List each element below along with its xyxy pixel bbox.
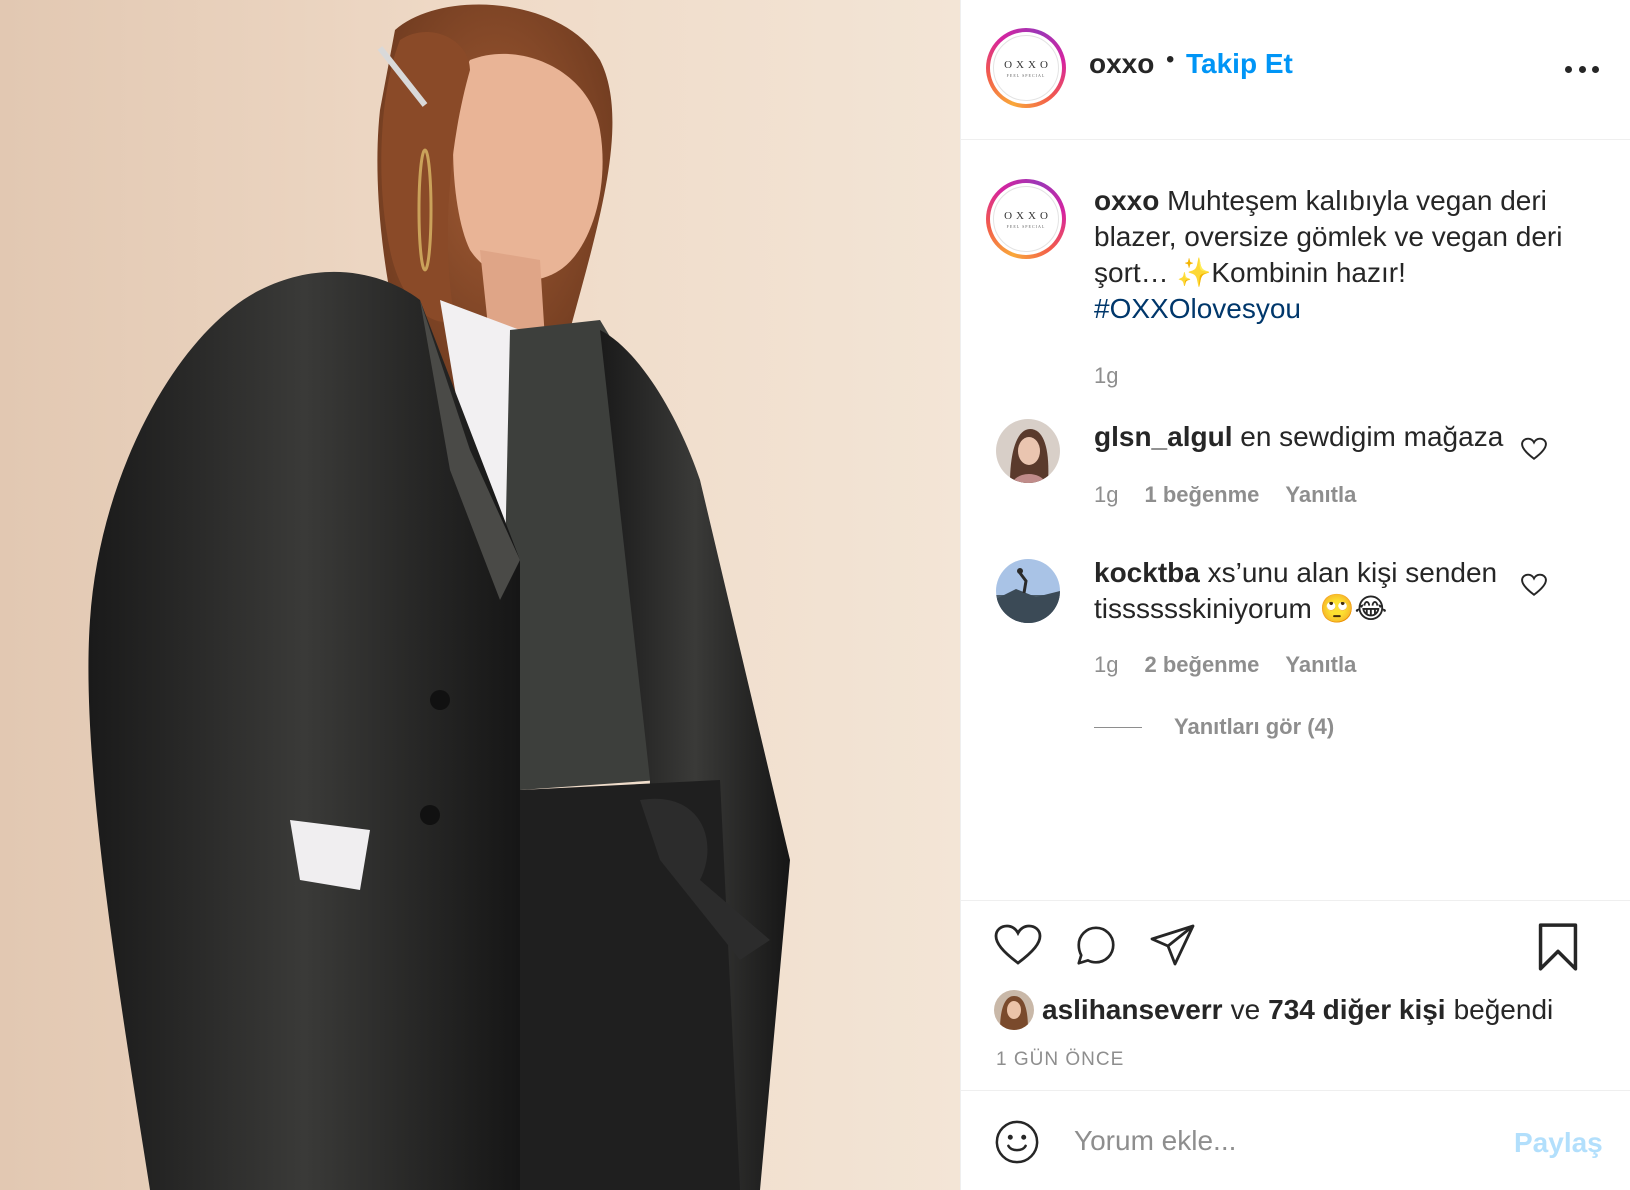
comment-body: kocktba xs’unu alan kişi senden tissssss… [1094, 555, 1544, 627]
comment-username[interactable]: glsn_algul [1094, 421, 1232, 452]
comment-likes-count[interactable]: 1 beğenme [1144, 482, 1259, 508]
post-actions: aslihanseverr ve 734 diğer kişi beğendi … [961, 900, 1630, 1090]
post-header: OXXO FEEL SPECIAL oxxo • Takip Et [961, 0, 1630, 140]
liked-by-suffix: beğendi [1453, 994, 1554, 1025]
caption-hashtag[interactable]: #OXXOlovesyou [1094, 293, 1301, 324]
follow-button[interactable]: Takip Et [1186, 48, 1293, 80]
post-comment-button[interactable]: Paylaş [1514, 1127, 1603, 1159]
header-username[interactable]: oxxo [1089, 48, 1154, 80]
caption-timestamp[interactable]: 1g [1094, 363, 1118, 389]
user-photo-woman [996, 419, 1060, 483]
likes-others-count[interactable]: 734 diğer kişi [1268, 994, 1445, 1026]
comment-like-heart-icon[interactable] [1521, 573, 1547, 597]
liker-avatar[interactable] [994, 990, 1034, 1030]
comment-timestamp[interactable]: 1g [1094, 652, 1118, 678]
post-caption: oxxo Muhteşem kalıbıyla vegan deri blaze… [1094, 183, 1564, 327]
comment-body: glsn_algul en sewdigim mağaza [1094, 419, 1544, 455]
comment-meta: 1g 2 beğenme Yanıtla [1094, 652, 1356, 678]
comment-reply-button[interactable]: Yanıtla [1285, 652, 1356, 678]
post-photo[interactable] [0, 0, 960, 1190]
user-photo-liker [994, 990, 1034, 1030]
user-photo-landscape [996, 559, 1060, 623]
comment-username[interactable]: kocktba [1094, 557, 1200, 588]
view-replies-label: Yanıtları gör (4) [1174, 714, 1335, 739]
brand-logo: OXXO FEEL SPECIAL [993, 35, 1059, 101]
comment-text: en sewdigim mağaza [1240, 421, 1504, 452]
comment-likes-count[interactable]: 2 beğenme [1144, 652, 1259, 678]
view-replies-button[interactable]: Yanıtları gör (4) [1094, 714, 1334, 740]
bookmark-icon[interactable] [1536, 923, 1580, 971]
brand-logo: OXXO FEEL SPECIAL [993, 186, 1059, 252]
liked-by: aslihanseverr ve 734 diğer kişi beğendi [994, 990, 1553, 1030]
profile-avatar[interactable]: OXXO FEEL SPECIAL [986, 28, 1066, 108]
share-icon[interactable] [1149, 923, 1197, 967]
header-separator: • [1166, 46, 1175, 73]
comment-like-heart-icon[interactable] [1521, 437, 1547, 461]
heart-icon[interactable] [994, 923, 1042, 967]
post-photo-illustration [0, 0, 960, 1190]
smiley-icon[interactable] [994, 1119, 1040, 1165]
comment-timestamp[interactable]: 1g [1094, 482, 1118, 508]
comment-input[interactable] [1074, 1117, 1474, 1165]
liker-username[interactable]: aslihanseverr [1042, 994, 1223, 1026]
comment-avatar-kocktba[interactable] [996, 559, 1060, 623]
comments-list[interactable]: OXXO FEEL SPECIAL oxxo Muhteşem kalıbıyl… [961, 141, 1630, 899]
add-comment-bar: Paylaş [961, 1090, 1630, 1190]
replies-divider [1094, 726, 1142, 728]
comment-meta: 1g 1 beğenme Yanıtla [1094, 482, 1356, 508]
comment-reply-button[interactable]: Yanıtla [1285, 482, 1356, 508]
comment-avatar-glsn-algul[interactable] [996, 419, 1060, 483]
more-options-icon[interactable] [1565, 62, 1599, 76]
caption-text: Muhteşem kalıbıyla vegan deri blazer, ov… [1094, 185, 1563, 288]
comment-icon[interactable] [1072, 923, 1120, 969]
post-side-panel: OXXO FEEL SPECIAL oxxo • Takip Et OXXO F… [960, 0, 1630, 1190]
caption-username[interactable]: oxxo [1094, 185, 1159, 216]
post-date[interactable]: 1 GÜN ÖNCE [996, 1049, 1124, 1071]
liked-by-connector: ve [1230, 994, 1261, 1025]
caption-avatar[interactable]: OXXO FEEL SPECIAL [986, 179, 1066, 259]
